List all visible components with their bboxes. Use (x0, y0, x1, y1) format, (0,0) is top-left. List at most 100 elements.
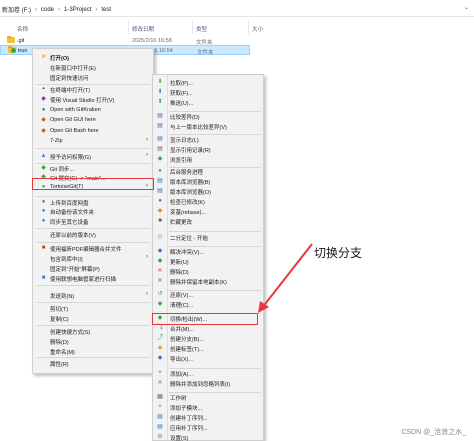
context-menu-item[interactable]: ▪ 在终端中打开(T) (33, 84, 153, 94)
column-size[interactable]: 大小 (252, 25, 263, 33)
menu-item-label: 自动备份该文件夹 (50, 210, 95, 216)
menu-item-label: 二分定位 - 开始 (170, 236, 208, 242)
context-menu-item[interactable]: 重命名(M) (33, 346, 153, 356)
menu-item-label: Open Git GUI here (50, 117, 96, 123)
submenu-chevron-icon: › (146, 137, 148, 143)
tortoisegit-menu-item[interactable]: ⤴ 创建分支(B)... (153, 333, 263, 343)
update-icon: ◆ (157, 258, 163, 264)
tortoisegit-menu-item[interactable]: ◆ 更新(U) (153, 256, 263, 266)
tortoisegit-menu-item[interactable]: ◆ 变基(rebase)... (153, 206, 263, 216)
context-menu-item[interactable]: 还原以前的版本(V) (33, 229, 153, 239)
reflog-icon: ▤ (157, 146, 163, 152)
column-divider[interactable] (192, 20, 193, 34)
column-headers: 名称 修改日期 类型 大小 (0, 22, 474, 34)
context-menu-item[interactable]: 创建快捷方式(S) (33, 326, 153, 336)
tortoisegit-menu-item[interactable]: ▤ 版本库浏览器(B) (153, 176, 263, 186)
context-menu-item[interactable]: 包含到库中(I) › (33, 253, 153, 263)
context-menu-item[interactable]: ◆ Open Git Bash here (33, 126, 153, 136)
terminal-icon: ▪ (42, 86, 45, 92)
breadcrumb-drive[interactable]: 新加卷 (F:) (2, 5, 31, 14)
column-type[interactable]: 类型 (196, 25, 207, 33)
context-menu-item[interactable]: ■ 使用联想电脑管家进行扫描 (33, 273, 153, 283)
tortoisegit-menu-item[interactable]: ↺ 还原(V)... (153, 289, 263, 299)
git-sync-icon: ◆ (41, 165, 46, 171)
context-menu-item[interactable]: 在新窗口中打开(E) (33, 62, 153, 72)
tortoisegit-menu-item[interactable]: ▤ 比较差异(D) (153, 111, 263, 121)
tag-icon: ◆ (157, 345, 163, 351)
tortoisegit-menu-item[interactable]: ▤ 版本库浏览器(O) (153, 186, 263, 196)
context-menu-item[interactable]: ◆ Open Git GUI here (33, 115, 153, 125)
menu-item-label: 属性(R) (50, 362, 69, 368)
tortoisegit-menu-item[interactable]: ◆ 清理(C)... (153, 299, 263, 309)
tortoisegit-menu-item[interactable]: ▤ 创建补丁序列... (153, 412, 263, 422)
menu-item-label: 浏览引用 (170, 158, 193, 164)
tortoisegit-menu-item[interactable]: ● 检查已修改(K) (153, 196, 263, 206)
menu-item-label: 使用 Visual Studio 打开(V) (50, 98, 115, 104)
breadcrumb-code[interactable]: code (41, 7, 54, 13)
context-menu-item[interactable]: 固定到快速访问 (33, 72, 153, 82)
tortoisegit-menu-item[interactable]: ✕ 删除并保留本地副本(K) (153, 276, 263, 286)
column-divider[interactable] (128, 20, 129, 34)
column-name[interactable]: 名称 (17, 25, 28, 33)
address-dropdown-icon[interactable]: ⌄ (464, 4, 472, 12)
menu-item-label: 重命名(M) (50, 350, 75, 356)
delete-icon: ✕ (157, 268, 163, 274)
watermark: CSDN @_沧浪之水_ (401, 429, 466, 436)
breadcrumb-project[interactable]: 1-3Project (64, 7, 91, 13)
menu-item-label: 添加子模块... (170, 406, 203, 412)
context-menu-item[interactable]: ● Open with GitKraken (33, 105, 153, 115)
tortoisegit-menu-item[interactable]: ● 后台服务进程 (153, 166, 263, 176)
menu-separator (36, 285, 150, 286)
pull-icon: ⬇ (157, 79, 163, 85)
tortoisegit-menu-item[interactable]: ⬇ 获取(F)... (153, 87, 263, 97)
address-bar[interactable]: 新加卷 (F:) › code › 1-3Project › test ⌄ (0, 0, 474, 17)
context-menu-item[interactable]: ■ 使用福昕PDF编辑器合并文件 (33, 243, 153, 253)
context-menu-item[interactable]: ● 自动备份该文件夹 (33, 206, 153, 216)
context-menu-item[interactable]: ● 同步至其它设备 (33, 216, 153, 226)
tortoisegit-menu-item[interactable]: ◆ 创建标签(T)... (153, 343, 263, 353)
tortoisegit-menu-item[interactable]: ▦ 工作树 (153, 392, 263, 402)
context-menu-item[interactable]: ◆ 使用 Visual Studio 打开(V) (33, 94, 153, 104)
tortoisegit-menu-item[interactable]: ▤ 显示日志(L) (153, 134, 263, 144)
context-menu-item[interactable]: 发送到(N) › (33, 290, 153, 300)
menu-item-label: 推送(U)... (170, 101, 194, 107)
worktree-icon: ▦ (157, 394, 163, 400)
context-menu-item[interactable]: 固定到"开始"屏幕(P) (33, 263, 153, 273)
highlight-tortoisegit (32, 178, 154, 190)
tortoisegit-menu-item[interactable]: ◆ 浏览引用 (153, 154, 263, 164)
context-menu-item[interactable]: 复制(C) (33, 313, 153, 323)
tortoisegit-menu-item[interactable]: ⚙ 设置(S) (153, 432, 263, 441)
fetch-icon: ⬇ (157, 89, 163, 95)
menu-item-label: 在终端中打开(T) (50, 88, 91, 94)
context-menu-item[interactable]: 剪切(T) (33, 303, 153, 313)
tortoisegit-menu-item[interactable]: ■ 贮藏更改 (153, 216, 263, 226)
tortoisegit-menu-item[interactable]: ✕ 删除并添加到忽略列表(I) (153, 378, 263, 388)
tortoisegit-menu-item[interactable]: ⬆ 推送(U)... (153, 97, 263, 107)
add-icon: + (158, 370, 162, 376)
highlight-switch-checkout (152, 313, 258, 325)
context-menu-item[interactable]: ■ 打开(O) (33, 52, 153, 62)
repo-browser-icon: ▤ (157, 188, 163, 194)
tortoisegit-menu-item[interactable]: ◆ 解决冲突(V)... (153, 246, 263, 256)
tortoisegit-menu-item[interactable]: ▤ 应用补丁序列... (153, 422, 263, 432)
breadcrumb-test[interactable]: test (101, 7, 111, 13)
tortoisegit-menu-item[interactable]: ⬇ 拉取(P)... (153, 77, 263, 87)
context-menu-item[interactable]: 7-Zip › (33, 136, 153, 146)
tortoisegit-menu-item[interactable]: ▤ 显示引用记录(R) (153, 144, 263, 154)
context-menu-item[interactable]: 删除(D) (33, 336, 153, 346)
tortoisegit-menu-item[interactable]: ◇ 二分定位 - 开始 (153, 232, 263, 242)
menu-item-label: 使用联想电脑管家进行扫描 (50, 277, 117, 283)
menu-item-label: 版本库浏览器(O) (170, 190, 211, 196)
column-date[interactable]: 修改日期 (132, 25, 154, 33)
tortoisegit-menu-item[interactable]: ◆ 导出(X)... (153, 353, 263, 363)
context-menu-item[interactable]: 属性(R) (33, 358, 153, 368)
tortoisegit-menu-item[interactable]: ✕ 删除(D) (153, 266, 263, 276)
repo-browser-icon: ▤ (157, 178, 163, 184)
tortoisegit-menu-item[interactable]: + 添加子模块... (153, 402, 263, 412)
tortoisegit-menu-item[interactable]: ▤ 与上一版本比较差异(V) (153, 121, 263, 131)
context-menu-item[interactable]: ▲ 授予访问权限(G) › (33, 151, 153, 161)
column-divider[interactable] (248, 20, 249, 34)
tortoisegit-menu-item[interactable]: + 添加(A)... (153, 368, 263, 378)
menu-item-label: 固定到"开始"屏幕(P) (50, 267, 100, 273)
menu-item-label: 比较差异(D) (170, 115, 200, 121)
